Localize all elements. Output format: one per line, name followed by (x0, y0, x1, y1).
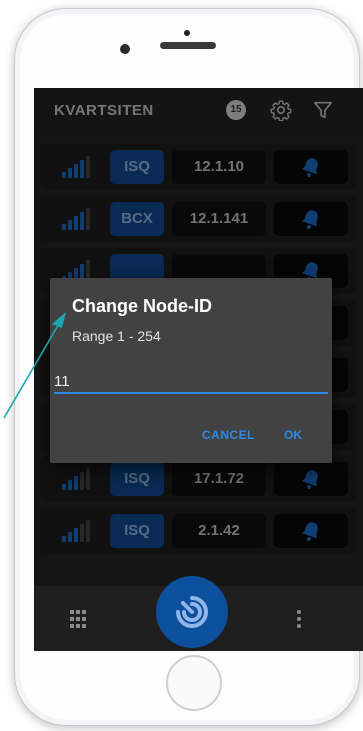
more-vertical-icon[interactable] (296, 610, 302, 628)
home-button[interactable] (166, 655, 222, 711)
node-id-input[interactable] (54, 370, 328, 394)
earpiece-speaker (160, 42, 216, 49)
annotation-arrow (3, 312, 66, 419)
grid-icon[interactable] (70, 610, 86, 628)
radar-icon (176, 596, 208, 628)
dialog-title: Change Node-ID (72, 296, 213, 316)
front-camera (120, 44, 130, 54)
change-node-id-dialog: Change Node-ID Range 1 - 254 CANCEL OK (50, 278, 332, 463)
cancel-button[interactable]: CANCEL (202, 428, 255, 442)
proximity-sensor (184, 30, 190, 36)
scan-fab-button[interactable] (156, 576, 228, 648)
ok-button[interactable]: OK (284, 428, 302, 442)
